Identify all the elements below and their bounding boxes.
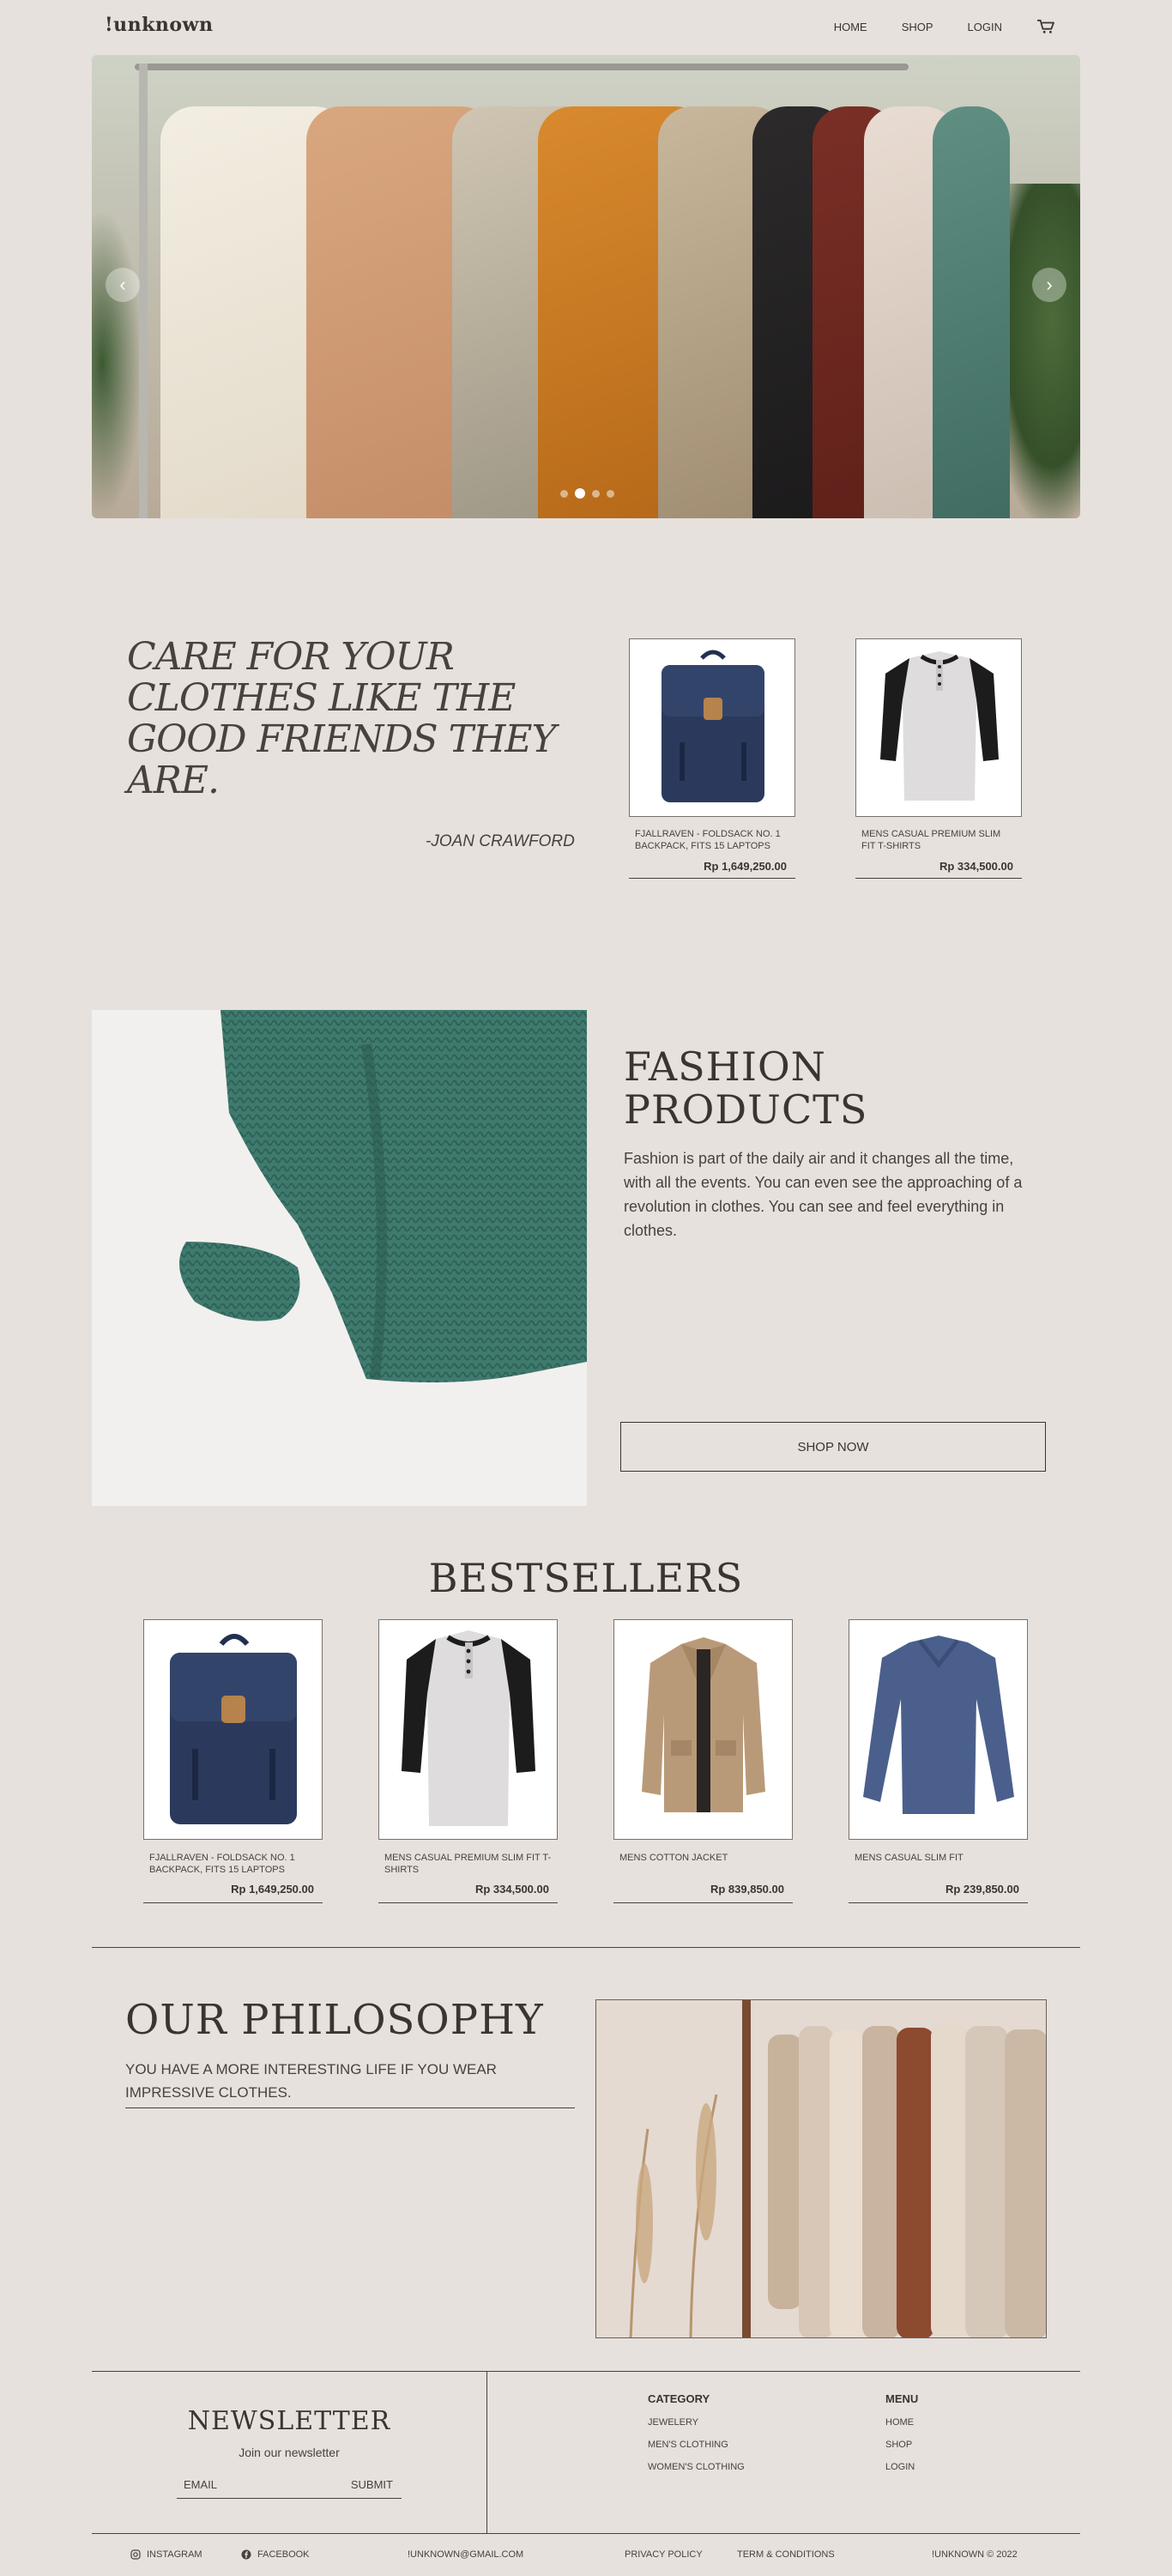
- privacy-link[interactable]: PRIVACY POLICY: [625, 2549, 703, 2560]
- philosophy-text: YOU HAVE A MORE INTERESTING LIFE IF YOU …: [125, 2058, 575, 2108]
- category-mens-clothing[interactable]: MEN'S CLOTHING: [648, 2440, 745, 2450]
- product-price: Rp 839,850.00: [613, 1881, 793, 1903]
- instagram-icon: [130, 2549, 141, 2560]
- facebook-label[interactable]: FACEBOOK: [257, 2549, 310, 2560]
- nav-login[interactable]: LOGIN: [968, 21, 1002, 33]
- garment: [933, 106, 1010, 518]
- product-title: MENS CASUAL SLIM FIT: [855, 1853, 964, 1863]
- hero-carousel: ‹ ›: [92, 55, 1080, 518]
- product-title: MENS COTTON JACKET: [619, 1853, 728, 1863]
- carousel-dot[interactable]: [592, 489, 600, 498]
- bestseller-card[interactable]: MENS CASUAL SLIM FIT Rp 239,850.00: [849, 1619, 1028, 1903]
- carousel-next-button[interactable]: ›: [1032, 268, 1066, 302]
- divider: [92, 2371, 1080, 2372]
- product-title: MENS CASUAL PREMIUM SLIM FIT T-SHIRTS: [384, 1853, 552, 1875]
- nav-shop[interactable]: SHOP: [902, 21, 933, 33]
- newsletter-subtitle: Join our newsletter: [239, 2446, 340, 2459]
- product-image-backpack[interactable]: [143, 1619, 323, 1840]
- instagram-link[interactable]: INSTAGRAM: [130, 2549, 202, 2560]
- terms-conditions[interactable]: TERM & CONDITIONS: [737, 2549, 835, 2560]
- privacy-policy[interactable]: PRIVACY POLICY: [625, 2549, 703, 2560]
- sweater-image: [92, 1010, 587, 1506]
- footer-menu-login[interactable]: LOGIN: [885, 2462, 918, 2472]
- footer-menu-column: MENU HOME SHOP LOGIN: [885, 2392, 918, 2484]
- product-price: Rp 1,649,250.00: [143, 1881, 323, 1903]
- rack-pole: [139, 63, 148, 518]
- bestseller-card[interactable]: MENS CASUAL PREMIUM SLIM FIT T-SHIRTS Rp…: [378, 1619, 558, 1903]
- product-image-jacket[interactable]: [613, 1619, 793, 1840]
- newsletter-title: NEWSLETTER: [187, 2406, 391, 2436]
- footer-divider: [486, 2371, 487, 2533]
- carousel-dot[interactable]: [560, 489, 568, 498]
- product-price: Rp 334,500.00: [378, 1881, 558, 1903]
- submit-button[interactable]: SUBMIT: [351, 2478, 402, 2491]
- email-input[interactable]: [177, 2478, 351, 2491]
- product-price: Rp 239,850.00: [849, 1881, 1028, 1903]
- product-title: MENS CASUAL PREMIUM SLIM FIT T-SHIRTS: [861, 829, 1001, 851]
- category-jewelery[interactable]: JEWELERY: [648, 2417, 745, 2428]
- product-image-tshirt[interactable]: [855, 638, 1022, 817]
- site-logo[interactable]: !unknown: [105, 14, 214, 36]
- fashion-description: Fashion is part of the daily air and it …: [624, 1150, 1023, 1239]
- carousel-dot-active[interactable]: [575, 488, 585, 499]
- main-nav: HOME SHOP LOGIN: [834, 19, 1055, 34]
- carousel-indicators: [560, 488, 614, 499]
- menu-heading: MENU: [885, 2392, 919, 2405]
- divider: [92, 1947, 1080, 1948]
- carousel-dot[interactable]: [607, 489, 614, 498]
- facebook-link[interactable]: FACEBOOK: [241, 2549, 310, 2560]
- product-title: FJALLRAVEN - FOLDSACK NO. 1 BACKPACK, FI…: [149, 1853, 295, 1875]
- featured-product-card[interactable]: MENS CASUAL PREMIUM SLIM FIT T-SHIRTS Rp…: [855, 638, 1022, 879]
- category-womens-clothing[interactable]: WOMEN'S CLOTHING: [648, 2462, 745, 2472]
- instagram-label[interactable]: INSTAGRAM: [147, 2549, 202, 2560]
- nav-home[interactable]: HOME: [834, 21, 867, 33]
- fashion-title: FASHION PRODUCTS: [624, 1043, 868, 1133]
- carousel-prev-button[interactable]: ‹: [106, 268, 140, 302]
- category-heading: CATEGORY: [648, 2392, 710, 2405]
- product-image-backpack[interactable]: [629, 638, 795, 817]
- footer-category-column: CATEGORY JEWELERY MEN'S CLOTHING WOMEN'S…: [648, 2392, 745, 2484]
- plant-decoration: [92, 209, 143, 518]
- bestseller-card[interactable]: FJALLRAVEN - FOLDSACK NO. 1 BACKPACK, FI…: [143, 1619, 323, 1903]
- facebook-icon: [241, 2549, 251, 2560]
- clothes-rack: [135, 63, 909, 70]
- product-title: FJALLRAVEN - FOLDSACK NO. 1 BACKPACK, FI…: [635, 829, 781, 851]
- product-image-tshirt[interactable]: [378, 1619, 558, 1840]
- closet-image: [595, 1999, 1047, 2338]
- bestseller-card[interactable]: MENS COTTON JACKET Rp 839,850.00: [613, 1619, 793, 1903]
- quote-author: -JOAN CRAWFORD: [426, 832, 575, 850]
- email-link[interactable]: !UNKNOWN@GMAIL.COM: [408, 2549, 523, 2560]
- featured-product-card[interactable]: FJALLRAVEN - FOLDSACK NO. 1 BACKPACK, FI…: [629, 638, 795, 879]
- footer-menu-shop[interactable]: SHOP: [885, 2440, 918, 2450]
- divider: [92, 2533, 1080, 2534]
- bestsellers-title: BESTSELLERS: [428, 1555, 744, 1601]
- philosophy-title: OUR PHILOSOPHY: [125, 1996, 544, 2044]
- product-price: Rp 334,500.00: [855, 854, 1022, 879]
- footer-menu-home[interactable]: HOME: [885, 2417, 918, 2428]
- product-price: Rp 1,649,250.00: [629, 854, 795, 879]
- newsletter-form: SUBMIT: [177, 2471, 402, 2499]
- terms-link[interactable]: TERM & CONDITIONS: [737, 2549, 835, 2560]
- shop-now-button[interactable]: SHOP NOW: [620, 1422, 1046, 1472]
- copyright: !UNKNOWN © 2022: [932, 2549, 1018, 2560]
- cart-icon[interactable]: [1036, 19, 1055, 34]
- product-image-longsleeve[interactable]: [849, 1619, 1028, 1840]
- contact-email[interactable]: !UNKNOWN@GMAIL.COM: [408, 2549, 523, 2560]
- quote-text: CARE FOR YOUR CLOTHES LIKE THE GOOD FRIE…: [127, 635, 557, 802]
- copyright-text: !UNKNOWN © 2022: [932, 2549, 1018, 2560]
